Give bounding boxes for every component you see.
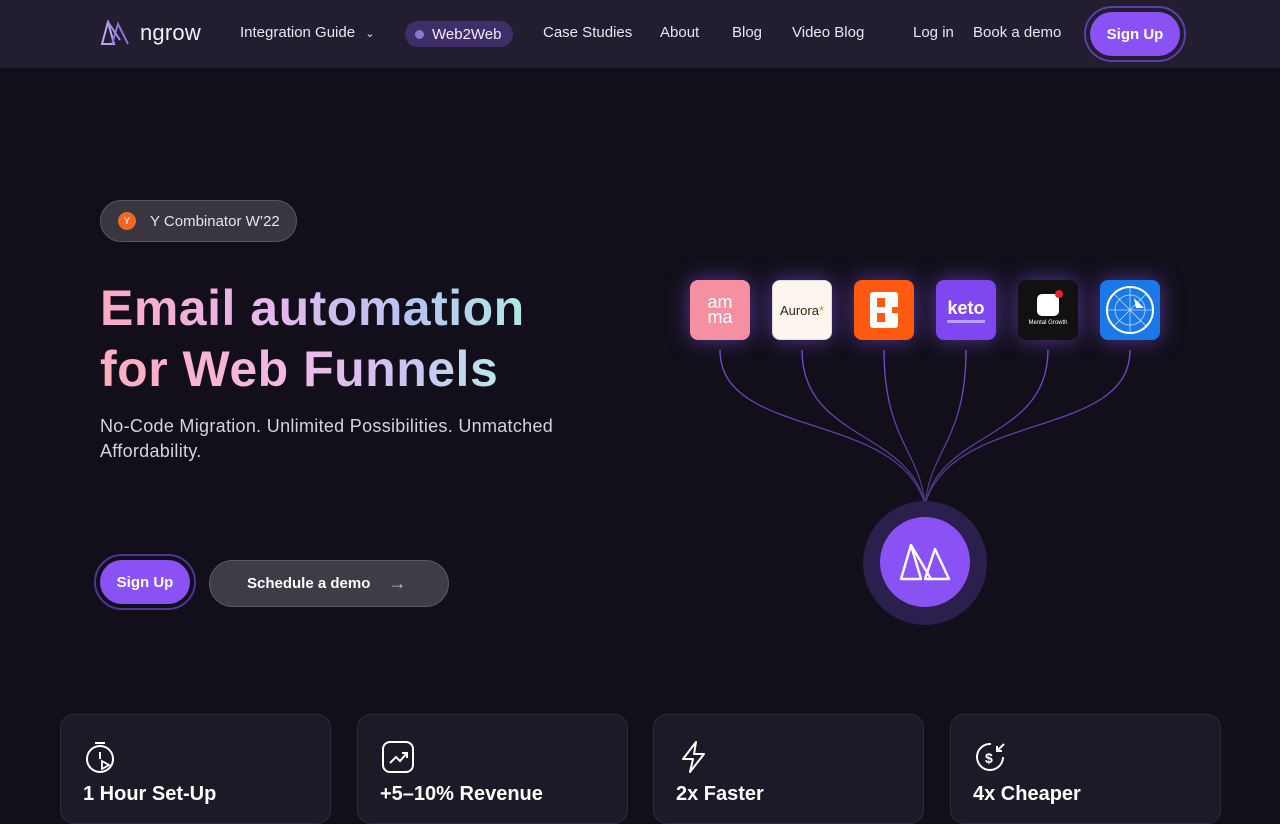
feature-card-cheaper: $ 4x Cheaper bbox=[950, 714, 1221, 824]
compass-logo-icon bbox=[1106, 286, 1154, 334]
brand-tile-amma: am ma bbox=[690, 280, 750, 340]
brand-tile-keto: keto bbox=[936, 280, 996, 340]
integration-connectors bbox=[719, 349, 1131, 506]
brand-tile-aurora: Aurora* bbox=[772, 280, 832, 340]
feature-title: 2x Faster bbox=[676, 783, 764, 805]
feature-title: 1 Hour Set-Up bbox=[83, 783, 217, 805]
keto-logo: keto bbox=[947, 298, 985, 323]
ngrow-hub-logo-icon bbox=[899, 543, 951, 581]
svg-text:$: $ bbox=[985, 750, 993, 766]
lightning-icon bbox=[682, 741, 705, 773]
feature-card-faster: 2x Faster bbox=[653, 714, 924, 824]
feature-card-revenue: +5–10% Revenue bbox=[357, 714, 628, 824]
b-brand-logo-icon bbox=[870, 292, 900, 328]
brand-tile-b bbox=[854, 280, 914, 340]
hub-ngrow-icon bbox=[880, 517, 970, 607]
brand-tile-blue bbox=[1100, 280, 1160, 340]
trend-up-icon bbox=[382, 741, 414, 773]
timer-icon bbox=[86, 742, 114, 773]
feature-title: 4x Cheaper bbox=[973, 783, 1081, 805]
aurora-logo: Aurora* bbox=[779, 302, 825, 318]
dollar-down-icon: $ bbox=[976, 742, 1005, 771]
amma-logo: am ma bbox=[707, 292, 733, 327]
mental-growth-logo-icon bbox=[1037, 290, 1063, 316]
feature-title: +5–10% Revenue bbox=[380, 783, 543, 805]
mental-growth-label: Mental Growth bbox=[1028, 320, 1068, 326]
feature-card-setup: 1 Hour Set-Up bbox=[60, 714, 331, 824]
brand-tile-mental-growth: Mental Growth bbox=[1018, 280, 1078, 340]
